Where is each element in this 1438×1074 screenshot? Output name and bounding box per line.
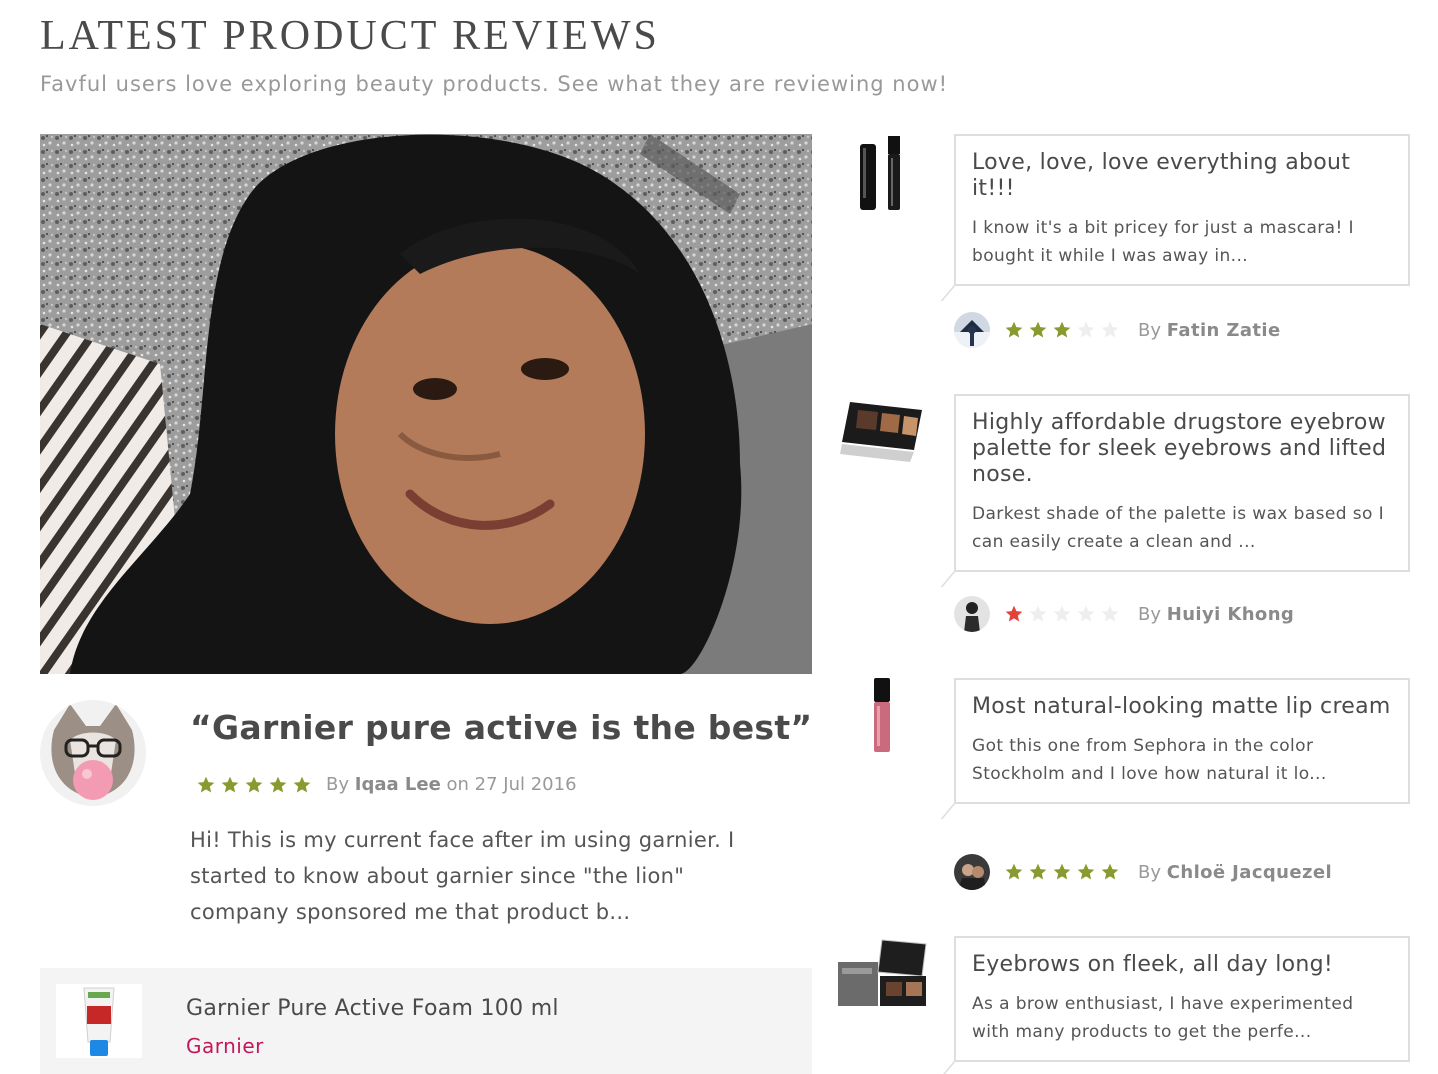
star-icon bbox=[1029, 321, 1047, 338]
star-icon bbox=[269, 776, 287, 792]
rating-stars bbox=[1004, 320, 1120, 340]
rating-stars bbox=[1004, 604, 1120, 624]
by-label: By bbox=[1138, 319, 1162, 341]
star-icon bbox=[1101, 605, 1119, 622]
review-excerpt: Got this one from Sephora in the color S… bbox=[972, 736, 1327, 784]
featured-reviewer-avatar[interactable] bbox=[40, 700, 146, 806]
review-footer: By Fatin Zatie bbox=[954, 312, 1281, 348]
review-card[interactable]: Highly affordable drugstore eyebrow pale… bbox=[954, 394, 1410, 572]
featured-reviewer-name[interactable]: Iqaa Lee bbox=[355, 774, 441, 795]
star-icon bbox=[1005, 863, 1023, 880]
star-icon bbox=[1101, 863, 1119, 880]
featured-rating-stars bbox=[196, 775, 312, 795]
eyebrow-palette-icon[interactable] bbox=[836, 394, 932, 474]
cat-avatar-image bbox=[40, 700, 146, 806]
review-title[interactable]: Highly affordable drugstore eyebrow pale… bbox=[972, 410, 1392, 488]
review-footer: By Huiyi Khong bbox=[954, 596, 1294, 632]
review-title[interactable]: Love, love, love everything about it!!! bbox=[972, 150, 1392, 202]
selfie-photo bbox=[40, 134, 812, 674]
garnier-tube-image bbox=[56, 984, 142, 1058]
brow-kit-icon[interactable] bbox=[836, 936, 932, 1016]
star-icon bbox=[1005, 321, 1023, 338]
product-name[interactable]: Garnier Pure Active Foam 100 ml bbox=[186, 996, 559, 1021]
review-card[interactable]: Most natural-looking matte lip cream Got… bbox=[954, 678, 1410, 804]
product-thumbnail[interactable] bbox=[56, 984, 142, 1058]
mascara-icon[interactable] bbox=[836, 134, 932, 214]
featured-review-photo[interactable] bbox=[40, 134, 812, 674]
by-label: By bbox=[1138, 861, 1162, 883]
star-icon bbox=[221, 776, 239, 792]
reviewer-name[interactable]: Huiyi Khong bbox=[1167, 604, 1294, 625]
featured-review-title[interactable]: “Garnier pure active is the best” bbox=[190, 708, 812, 747]
review-card[interactable]: Eyebrows on fleek, all day long! As a br… bbox=[954, 936, 1410, 1062]
star-icon bbox=[1005, 605, 1023, 622]
product-brand-link[interactable]: Garnier bbox=[186, 1034, 264, 1058]
reviewer-avatar[interactable] bbox=[954, 854, 990, 890]
reviewer-avatar[interactable] bbox=[954, 596, 990, 632]
star-icon bbox=[1029, 605, 1047, 622]
featured-review-excerpt[interactable]: Hi! This is my current face after im usi… bbox=[190, 822, 790, 930]
section-subtitle: Favful users love exploring beauty produ… bbox=[40, 72, 949, 96]
star-icon bbox=[1053, 863, 1071, 880]
lip-cream-icon[interactable] bbox=[836, 678, 932, 758]
star-icon bbox=[197, 776, 215, 792]
reviewer-name[interactable]: Fatin Zatie bbox=[1167, 320, 1281, 341]
reviewer-avatar[interactable] bbox=[954, 312, 990, 348]
by-label: By bbox=[1138, 603, 1162, 625]
featured-review-meta: By Iqaa Lee on 27 Jul 2016 bbox=[196, 774, 577, 795]
star-icon bbox=[1029, 863, 1047, 880]
star-icon bbox=[1077, 321, 1095, 338]
star-icon bbox=[1101, 321, 1119, 338]
star-icon bbox=[1053, 321, 1071, 338]
review-excerpt: As a brow enthusiast, I have experimente… bbox=[972, 994, 1354, 1042]
star-icon bbox=[245, 776, 263, 792]
star-icon bbox=[1053, 605, 1071, 622]
rating-stars bbox=[1004, 862, 1120, 882]
by-label: By bbox=[326, 774, 350, 795]
review-title[interactable]: Most natural-looking matte lip cream bbox=[972, 694, 1392, 720]
star-icon bbox=[293, 776, 311, 792]
review-footer: By Chloë Jacquezel bbox=[954, 854, 1332, 890]
section-title: LATEST PRODUCT REVIEWS bbox=[40, 13, 660, 59]
review-title[interactable]: Eyebrows on fleek, all day long! bbox=[972, 952, 1392, 978]
review-card[interactable]: Love, love, love everything about it!!! … bbox=[954, 134, 1410, 286]
review-excerpt: Darkest shade of the palette is wax base… bbox=[972, 504, 1385, 552]
review-excerpt: I know it's a bit pricey for just a masc… bbox=[972, 218, 1354, 266]
star-icon bbox=[1077, 863, 1095, 880]
featured-product-card[interactable]: Garnier Pure Active Foam 100 ml Garnier bbox=[40, 968, 812, 1074]
reviewer-name[interactable]: Chloë Jacquezel bbox=[1167, 862, 1332, 883]
star-icon bbox=[1077, 605, 1095, 622]
review-date: on 27 Jul 2016 bbox=[446, 774, 577, 795]
